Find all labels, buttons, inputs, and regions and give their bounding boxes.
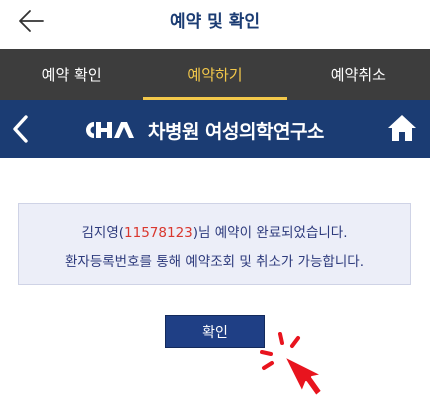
patient-number: 11578123 <box>124 225 193 241</box>
top-header: 예약 및 확인 <box>0 0 430 49</box>
tab-cancel-reservation[interactable]: 예약취소 <box>287 49 430 100</box>
tab-bar: 예약 확인 예약하기 예약취소 <box>0 49 430 100</box>
confirm-button[interactable]: 확인 <box>165 315 265 348</box>
patient-name: 김지영 <box>81 225 119 241</box>
reservation-complete-message: 김지영(11578123)님 예약이 완료되었습니다. 환자등록번호를 통해 예… <box>18 203 411 285</box>
message-line-2: 환자등록번호를 통해 예약조회 및 취소가 가능합니다. <box>65 254 364 270</box>
hand-pointer-icon <box>260 332 323 397</box>
tab-reservation-check[interactable]: 예약 확인 <box>0 49 143 100</box>
home-icon[interactable] <box>386 112 418 144</box>
chevron-left-icon[interactable] <box>10 114 32 144</box>
brand-logo: 차병원 여성의학연구소 <box>80 116 324 144</box>
page-title: 예약 및 확인 <box>169 12 261 32</box>
message-suffix: )님 예약이 완료되었습니다. <box>192 225 348 241</box>
tab-make-reservation[interactable]: 예약하기 <box>143 49 287 100</box>
cha-logo <box>86 122 134 138</box>
message-line-1: 김지영(11578123)님 예약이 완료되었습니다. <box>19 221 410 241</box>
brand-bar: 차병원 여성의학연구소 <box>0 100 430 158</box>
brand-name: 차병원 여성의학연구소 <box>148 120 324 143</box>
